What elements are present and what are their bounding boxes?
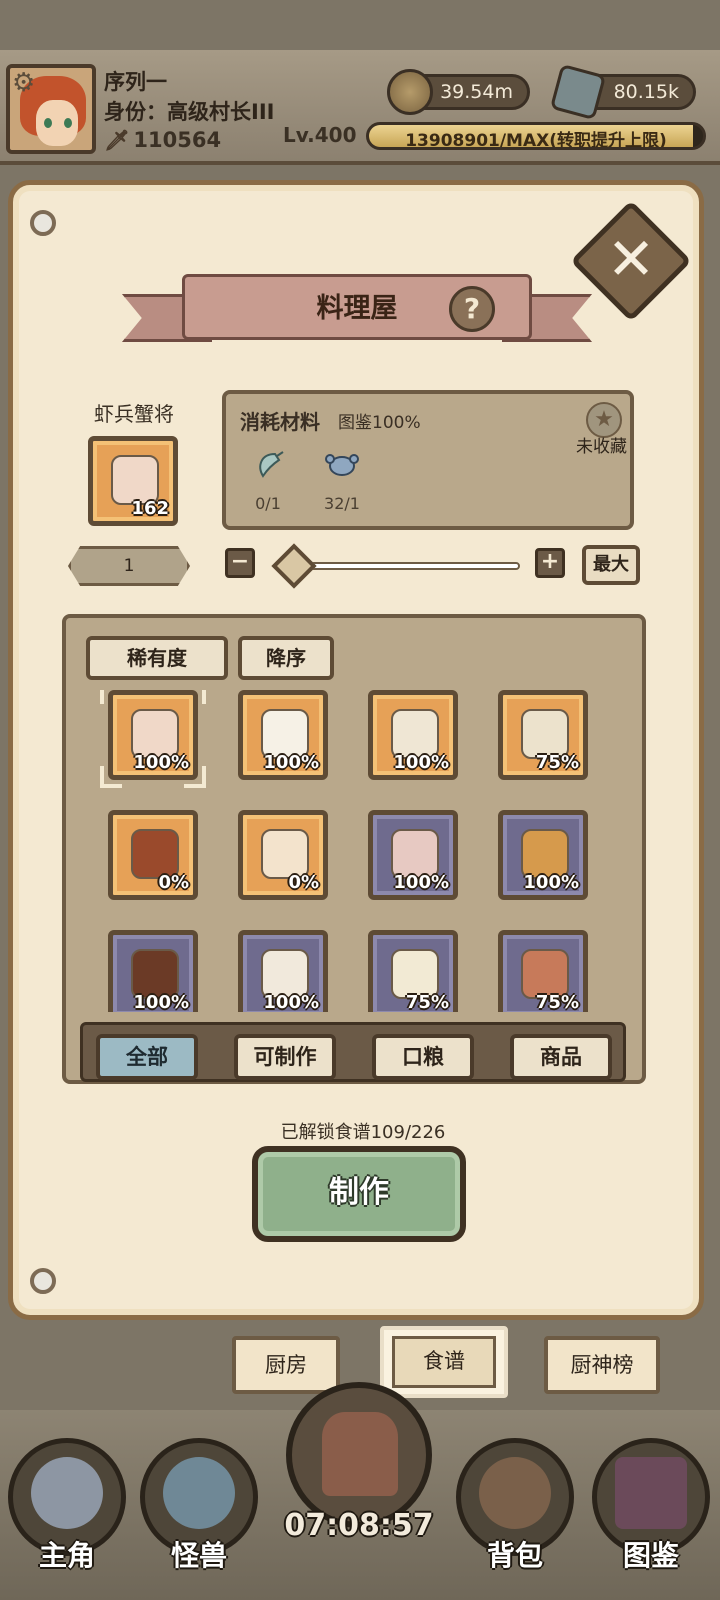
selection-corner: [100, 690, 122, 704]
minus-button[interactable]: −: [225, 548, 255, 578]
gear-icon[interactable]: ⚙: [12, 70, 35, 96]
player-level: Lv.400: [283, 123, 357, 147]
material-item-shrimp[interactable]: 0/1: [238, 450, 298, 513]
materials-collection: 图鉴100%: [338, 413, 421, 433]
panel-title: 料理屋: [316, 293, 398, 324]
favorite-status: 未收藏: [576, 437, 627, 457]
filter-button[interactable]: 全部: [96, 1034, 198, 1080]
recipe-collection-percent: 100%: [263, 992, 319, 1012]
filter-button[interactable]: 商品: [510, 1034, 612, 1080]
nav-codex-label: 图鉴: [622, 1539, 679, 1572]
tab-2[interactable]: 厨神榜: [544, 1336, 660, 1394]
recipe-item[interactable]: 75%: [498, 930, 588, 1012]
backpack-icon: [479, 1457, 551, 1529]
tab-0[interactable]: 厨房: [232, 1336, 340, 1394]
quantity-display[interactable]: 1: [68, 546, 190, 586]
make-button[interactable]: 制作: [252, 1146, 466, 1242]
sword-icon: 🗡: [104, 128, 130, 152]
recipe-collection-percent: 75%: [405, 992, 449, 1012]
recipe-item[interactable]: 100%: [498, 810, 588, 900]
recipe-collection-percent: 0%: [158, 872, 189, 893]
recipe-collection-percent: 100%: [133, 992, 189, 1012]
nav-monster-label: 怪兽: [170, 1539, 227, 1572]
close-button[interactable]: ✕: [588, 216, 674, 302]
avatar[interactable]: ⚙: [6, 64, 96, 154]
avatar-eye-right: [64, 118, 72, 128]
recipe-item[interactable]: 100%: [368, 690, 458, 780]
exp-bar: 13908901/MAX(转职提升上限): [366, 122, 706, 150]
ore-icon: [549, 63, 607, 121]
coin-icon: [387, 69, 433, 115]
recipe-item[interactable]: 100%: [238, 930, 328, 1012]
coin-counter[interactable]: 39.54m: [387, 69, 530, 115]
nav-hero-label: 主角: [38, 1539, 95, 1572]
filter-button[interactable]: 口粮: [372, 1034, 474, 1080]
recipe-collection-percent: 75%: [535, 752, 579, 773]
house-icon: [322, 1412, 398, 1496]
help-button[interactable]: ?: [449, 286, 495, 332]
recipe-collection-percent: 100%: [523, 872, 579, 893]
recipe-collection-percent: 75%: [535, 992, 579, 1012]
status-bar: ⚙ 序列一 身份：高级村长III 🗡 110564 Lv.400 39.54m 8…: [0, 50, 720, 165]
recipe-collection-percent: 100%: [133, 752, 189, 773]
nav-bag-label: 背包: [486, 1539, 543, 1572]
material-count: 32/1: [324, 494, 360, 513]
selection-corner: [184, 690, 206, 704]
plus-button[interactable]: +: [535, 548, 565, 578]
recipe-item[interactable]: 100%: [368, 810, 458, 900]
shrimp-icon: [259, 451, 284, 478]
monster-icon: [163, 1457, 235, 1529]
crab-icon: [325, 454, 359, 476]
combat-power-value: 110564: [133, 128, 222, 152]
combat-power: 🗡 110564: [104, 128, 221, 152]
quantity-slider-track[interactable]: [296, 562, 520, 570]
player-name: 序列一: [104, 70, 167, 94]
ore-counter[interactable]: 80.15k: [549, 63, 696, 121]
selected-recipe-name: 虾兵蟹将: [94, 402, 174, 426]
recipe-collection-percent: 0%: [288, 872, 319, 893]
helmet-icon: [31, 1457, 103, 1529]
material-count: 0/1: [255, 494, 281, 513]
recipe-item[interactable]: 0%: [108, 810, 198, 900]
ore-value: 80.15k: [613, 81, 679, 103]
materials-title: 消耗材料: [240, 406, 320, 435]
unlocked-recipes-count: 已解锁食谱109/226: [280, 1122, 446, 1143]
recipe-item[interactable]: 75%: [368, 930, 458, 1012]
recipe-item[interactable]: 100%: [238, 690, 328, 780]
recipe-grid[interactable]: 100% 100% 100% 75% 0% 0% 100% 100% 100% 100% 75% 75…: [66, 690, 642, 1012]
selected-recipe-count: 162: [131, 498, 169, 519]
coin-value: 39.54m: [440, 81, 513, 103]
nav-home[interactable]: [286, 1382, 432, 1528]
game-clock: 07:08:57: [284, 1508, 434, 1543]
sort-order-button[interactable]: 降序: [238, 636, 334, 680]
sort-rarity-button[interactable]: 稀有度: [86, 636, 228, 680]
book-icon: [615, 1457, 687, 1529]
selection-corner: [100, 766, 122, 788]
material-item-crab[interactable]: 32/1: [312, 450, 372, 513]
player-title: 身份：高级村长III: [104, 100, 275, 124]
recipe-collection-percent: 100%: [263, 752, 319, 773]
pin-bottom: [30, 1268, 56, 1294]
recipe-item[interactable]: 100%: [108, 930, 198, 1012]
selection-corner: [184, 766, 206, 788]
max-button[interactable]: 最大: [582, 545, 640, 585]
pin-top: [30, 210, 56, 236]
materials-box: 消耗材料 图鉴100% ★ 未收藏 0/1 32/1: [222, 390, 634, 530]
recipe-item[interactable]: 0%: [238, 810, 328, 900]
exp-text: 13908901/MAX(转职提升上限): [405, 131, 667, 150]
selected-recipe-icon: 162: [88, 436, 178, 526]
filter-button[interactable]: 可制作: [234, 1034, 336, 1080]
tab-1[interactable]: 食谱: [380, 1326, 508, 1398]
recipe-item[interactable]: 75%: [498, 690, 588, 780]
recipe-collection-percent: 100%: [393, 752, 449, 773]
avatar-eye-left: [44, 118, 52, 128]
tab-label: 食谱: [392, 1336, 496, 1388]
recipe-collection-percent: 100%: [393, 872, 449, 893]
materials-title-text: 消耗材料: [240, 410, 320, 434]
